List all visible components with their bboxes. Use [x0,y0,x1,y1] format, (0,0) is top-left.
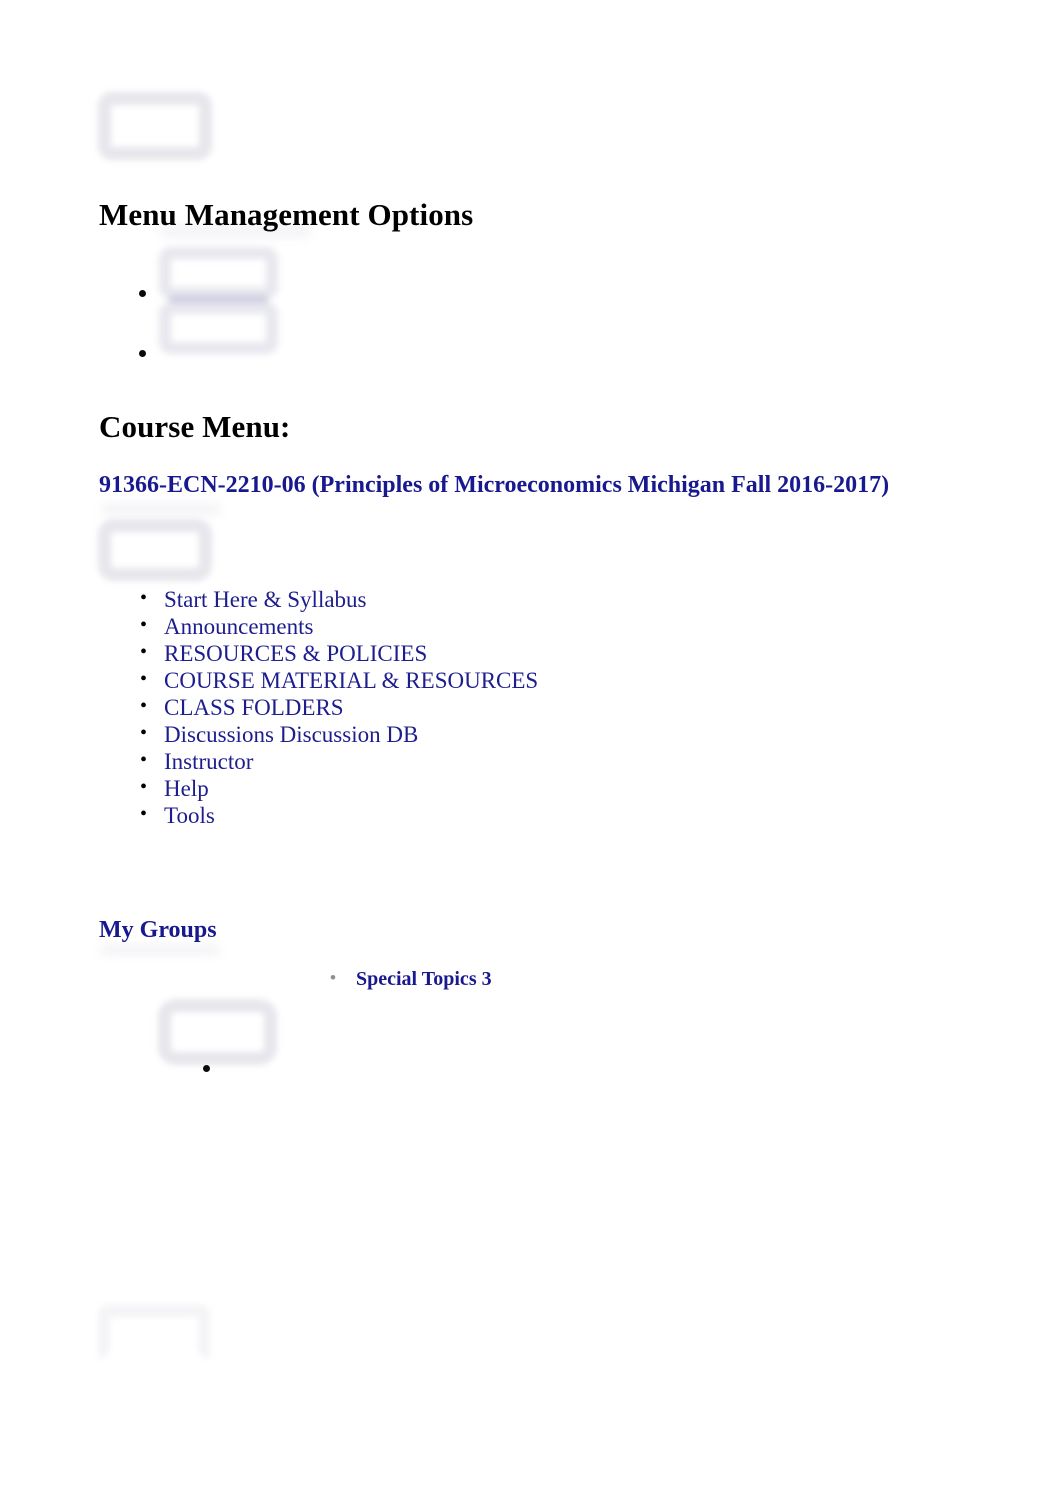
group-item-special-topics-3[interactable]: Special Topics 3 [330,965,492,992]
course-link[interactable]: 91366-ECN-2210-06 (Principles of Microec… [99,470,889,500]
list-item [139,350,146,357]
course-menu-list: Start Here & Syllabus Announcements RESO… [128,585,538,829]
list-item[interactable]: CLASS FOLDERS [140,693,538,721]
list-item[interactable]: Start Here & Syllabus [140,585,538,613]
placeholder-panel-top [159,247,278,299]
course-menu-item-tools[interactable]: Tools [164,803,215,828]
list-item[interactable]: COURSE MATERIAL & RESOURCES [140,666,538,694]
document-page: Menu Management Options Course Menu: 913… [0,0,1062,1506]
page-title: Menu Management Options [99,197,474,232]
course-menu-item-instructor[interactable]: Instructor [164,749,253,774]
menu-options-screenshot-placeholder [159,247,278,363]
top-screenshot-placeholder [98,92,212,160]
course-menu-item-announcements[interactable]: Announcements [164,614,313,639]
course-menu-item-course-material-resources[interactable]: COURSE MATERIAL & RESOURCES [164,668,538,693]
list-item[interactable]: Discussions Discussion DB [140,720,538,748]
bottom-screenshot-placeholder [98,1305,210,1363]
my-groups-halo [100,944,220,956]
list-item[interactable]: Help [140,774,538,802]
list-item[interactable]: Instructor [140,747,538,775]
section-title-course-menu: Course Menu: [99,409,291,444]
course-menu-item-help[interactable]: Help [164,776,209,801]
list-item[interactable]: RESOURCES & POLICIES [140,639,538,667]
section-title-my-groups: My Groups [99,917,217,943]
course-menu-screenshot-placeholder [98,519,212,581]
list-item [203,1065,210,1072]
list-item[interactable]: Tools [140,801,538,829]
course-menu-item-start-here[interactable]: Start Here & Syllabus [164,587,367,612]
course-menu-item-resources-policies[interactable]: RESOURCES & POLICIES [164,641,427,666]
course-menu-item-discussions[interactable]: Discussions Discussion DB [164,722,418,747]
course-link-halo [101,503,221,515]
list-item [139,290,146,297]
groups-screenshot-placeholder [158,999,277,1065]
placeholder-panel-bottom [159,302,278,354]
list-item[interactable]: Announcements [140,612,538,640]
course-menu-item-class-folders[interactable]: CLASS FOLDERS [164,695,344,720]
